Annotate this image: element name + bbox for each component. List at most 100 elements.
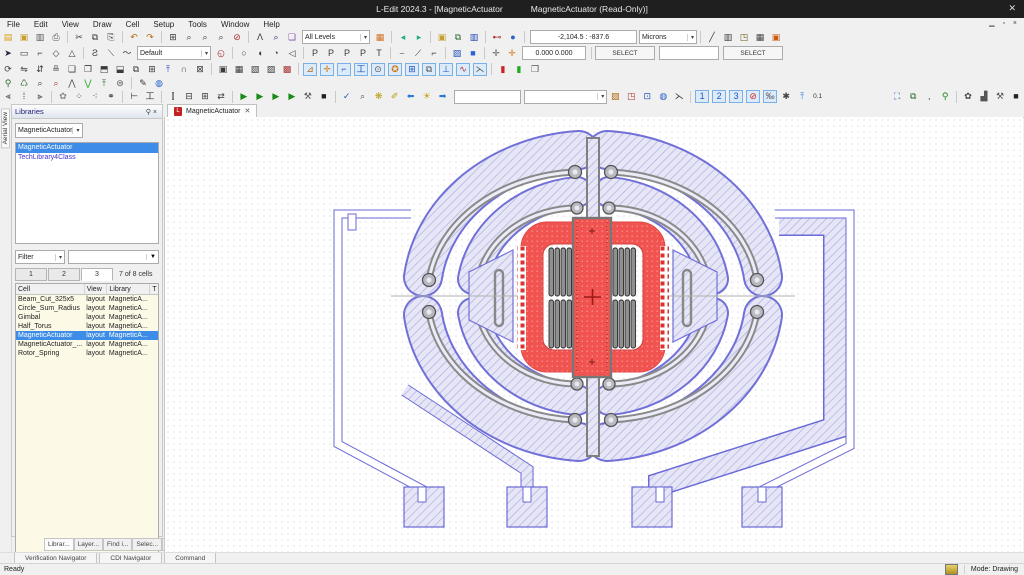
find-icon[interactable]: ⌕ xyxy=(182,31,196,44)
port-default-icon[interactable]: P xyxy=(356,47,370,60)
menu-tools[interactable]: Tools xyxy=(181,20,214,29)
find-prev-icon[interactable]: ⌕ xyxy=(214,31,228,44)
wand-icon[interactable]: ✐ xyxy=(388,90,402,103)
redo-icon[interactable]: ↷ xyxy=(143,31,157,44)
column-header[interactable]: Library xyxy=(107,284,150,295)
origin-field[interactable]: 0.000 0.000 xyxy=(522,46,586,60)
table-row[interactable]: MagneticActuator_...layoutMagneticA... xyxy=(16,340,159,349)
boolean-icon[interactable]: ⊿ xyxy=(303,63,317,76)
paste-icon[interactable]: ⎘ xyxy=(104,31,118,44)
library-list[interactable]: MagneticActuatorTechLibrary4Class xyxy=(15,142,159,244)
slice-icon[interactable]: ⌐ xyxy=(337,63,351,76)
zoomwin-icon[interactable]: ⧉ xyxy=(422,63,436,76)
find-next-icon[interactable]: ⌕ xyxy=(198,31,212,44)
slash-tool-icon[interactable]: ╱ xyxy=(705,31,719,44)
ruler-any-icon[interactable]: ⌐ xyxy=(427,47,441,60)
edit-rule-icon[interactable]: ◳ xyxy=(624,90,638,103)
group-icon[interactable]: ❏ xyxy=(65,63,79,76)
menu-edit[interactable]: Edit xyxy=(27,20,55,29)
mdi-window-buttons[interactable]: ▁ ▫ × xyxy=(989,19,1020,27)
upload-icon[interactable]: ⤒ xyxy=(161,63,175,76)
pin-map-icon[interactable]: ⚲ xyxy=(938,90,952,103)
pie-tool-icon[interactable]: ◖ xyxy=(253,47,267,60)
intersect-icon[interactable]: ▨ xyxy=(264,63,278,76)
prev-err-icon[interactable]: ⬅ xyxy=(404,90,418,103)
results-icon[interactable]: ■ xyxy=(317,90,331,103)
table-row[interactable]: MagneticActuatorlayoutMagneticA... xyxy=(16,331,159,340)
dark-palette-icon[interactable]: ■ xyxy=(1009,90,1023,103)
flip-h-icon[interactable]: ⇋ xyxy=(17,63,31,76)
spin-icon[interactable]: ✪ xyxy=(388,63,402,76)
align-left-icon[interactable]: ⫷ xyxy=(1,90,15,103)
dock-tab[interactable]: Librar... xyxy=(44,538,74,551)
menu-setup[interactable]: Setup xyxy=(146,20,181,29)
library-combo[interactable]: MagneticActuator▾ xyxy=(15,123,83,138)
wireall-icon[interactable]: 〜 xyxy=(120,47,134,60)
column-header[interactable]: View xyxy=(84,284,107,295)
cell-list-tab-1[interactable]: 1 xyxy=(15,268,47,281)
verify-wrench-icon[interactable]: ⚒ xyxy=(301,90,315,103)
save-icon[interactable]: ▥ xyxy=(33,31,47,44)
menu-cell[interactable]: Cell xyxy=(119,20,147,29)
save-view-icon[interactable]: ▥ xyxy=(721,31,735,44)
select-button-1[interactable]: SELECT xyxy=(595,46,655,60)
tab-close-icon[interactable]: ✕ xyxy=(244,107,250,115)
array-icon[interactable]: ⊞ xyxy=(145,63,159,76)
pass2-icon[interactable]: 2 xyxy=(712,90,726,103)
flag-green-icon[interactable]: ▮ xyxy=(512,63,526,76)
headphone-icon[interactable]: ∩ xyxy=(177,63,191,76)
wire90-icon[interactable]: Ƨ xyxy=(88,47,102,60)
polygonall-icon[interactable]: △ xyxy=(65,47,79,60)
mode-icon[interactable] xyxy=(945,564,958,575)
camera-icon[interactable]: ❒ xyxy=(528,63,542,76)
move-by-icon[interactable]: ✛ xyxy=(505,47,519,60)
menu-help[interactable]: Help xyxy=(256,20,286,29)
cut-icon[interactable]: ✂ xyxy=(72,31,86,44)
copy-cell-icon[interactable]: ⧉ xyxy=(451,31,465,44)
flag-red-icon[interactable]: ▮ xyxy=(496,63,510,76)
stretch-icon[interactable]: 工 xyxy=(354,63,368,76)
ruler-h-icon[interactable]: ⎯ xyxy=(395,47,409,60)
stop-icon[interactable]: ⊘ xyxy=(230,31,244,44)
pen-icon[interactable]: ✎ xyxy=(136,77,150,90)
bench-icon[interactable]: ⊷ xyxy=(490,31,504,44)
pass3-icon[interactable]: 3 xyxy=(729,90,743,103)
undo-icon[interactable]: ↶ xyxy=(127,31,141,44)
open-cell-icon[interactable]: ▣ xyxy=(435,31,449,44)
curve-edit-icon[interactable]: ∿ xyxy=(456,63,470,76)
back-icon[interactable]: ⬓ xyxy=(113,63,127,76)
run-script-icon[interactable]: ⋋ xyxy=(672,90,686,103)
next-err-icon[interactable]: ➡ xyxy=(436,90,450,103)
verify-field-1[interactable] xyxy=(454,90,521,104)
lvs-run-icon[interactable]: ▶ xyxy=(253,90,267,103)
dock-tab[interactable]: Layer... xyxy=(74,538,103,551)
net-clear-icon[interactable]: ♺ xyxy=(17,77,31,90)
menu-window[interactable]: Window xyxy=(214,20,256,29)
runner-icon[interactable]: ⋋ xyxy=(473,63,487,76)
menu-draw[interactable]: Draw xyxy=(86,20,119,29)
validate-icon[interactable]: ✓ xyxy=(340,90,354,103)
dock-tab[interactable]: Selec... xyxy=(132,538,162,551)
filter-combo[interactable]: Filter▾ xyxy=(15,250,65,264)
histogram-icon[interactable]: ▟ xyxy=(977,90,991,103)
filter-value-combo[interactable]: ▼ xyxy=(68,250,159,264)
pair-icon[interactable]: ⚭ xyxy=(104,90,118,103)
fit-icon[interactable]: ⛶ xyxy=(890,90,904,103)
print-icon[interactable]: ⎙ xyxy=(49,31,63,44)
grid2-icon[interactable]: ⹁ xyxy=(922,90,936,103)
all-levels-combo[interactable]: All Levels▾ xyxy=(302,30,370,44)
front-icon[interactable]: ⬒ xyxy=(97,63,111,76)
polygon90-icon[interactable]: ⌐ xyxy=(33,47,47,60)
table-row[interactable]: Circle_Sum_RadiuslayoutMagneticA... xyxy=(16,304,159,313)
table-row[interactable]: Rotor_SpringlayoutMagneticA... xyxy=(16,349,159,358)
align-center-icon[interactable]: ⁞ xyxy=(17,90,31,103)
gear2-icon[interactable]: ✱ xyxy=(779,90,793,103)
menu-view[interactable]: View xyxy=(55,20,86,29)
add-rule-icon[interactable]: ▨ xyxy=(608,90,622,103)
net-highlight-icon[interactable]: ⚲ xyxy=(1,77,15,90)
settings-gear-icon[interactable]: ✿ xyxy=(961,90,975,103)
units-combo[interactable]: Microns▾ xyxy=(639,30,697,44)
close-icon[interactable]: ✕ xyxy=(1008,3,1016,14)
table-row[interactable]: Half_ToruslayoutMagneticA... xyxy=(16,322,159,331)
distribute-h-icon[interactable]: ⁘ xyxy=(72,90,86,103)
